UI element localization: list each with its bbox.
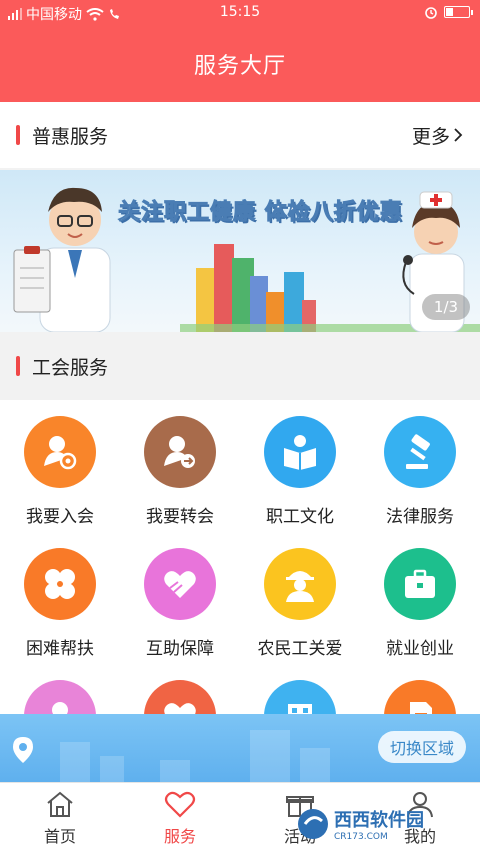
section-welfare-title: 普惠服务 (32, 125, 109, 148)
gavel-icon (384, 416, 456, 488)
worker-icon (264, 548, 336, 620)
tab-home[interactable]: 首页 (0, 783, 120, 853)
home-icon (45, 789, 75, 819)
alarm-icon (425, 7, 437, 19)
banner-building (284, 272, 304, 332)
city-silhouette (160, 760, 190, 782)
service-label: 互助保障 (146, 639, 214, 659)
location-pin-icon[interactable] (12, 736, 34, 764)
status-time: 15:15 (219, 4, 261, 20)
status-right (424, 5, 473, 19)
more-label: 更多 (411, 125, 450, 148)
service-legal[interactable]: 法律服务 (360, 400, 480, 532)
tab-service[interactable]: 服务 (120, 783, 240, 853)
heart-outline-icon (164, 789, 196, 819)
heart-hands-icon (144, 548, 216, 620)
section-accent-bar (16, 125, 20, 145)
banner-pager: 1/3 (422, 294, 470, 320)
service-join[interactable]: 我要入会 (0, 400, 120, 532)
section-union-title: 工会服务 (32, 356, 109, 379)
watermark-logo: 西西软件园 CR173.COM (296, 806, 466, 842)
watermark-sub: CR173.COM (334, 832, 388, 842)
watermark-text: 西西软件园 (334, 810, 424, 831)
service-label: 职工文化 (266, 507, 334, 527)
watermark-icon (298, 809, 328, 839)
service-transfer[interactable]: 我要转会 (120, 400, 240, 532)
service-label: 我要转会 (146, 507, 214, 527)
section-accent-bar (16, 356, 20, 376)
tab-label: 首页 (43, 827, 76, 846)
services-grid: 我要入会 我要转会 职工文化 法律服务 困难帮扶 互助保障 农民工关爱 就业创业 (0, 400, 480, 752)
service-label: 我要入会 (26, 507, 94, 527)
chevron-right-icon (454, 128, 463, 142)
section-union-header: 工会服务 (0, 333, 480, 399)
battery-icon (444, 6, 473, 18)
promo-banner[interactable]: 关注职工健康 体检八折优惠 1/3 (0, 170, 480, 332)
badge-user-icon (24, 416, 96, 488)
service-label: 困难帮扶 (26, 639, 94, 659)
more-button[interactable]: 更多 (412, 122, 464, 149)
city-silhouette (60, 742, 90, 782)
service-label: 就业创业 (386, 639, 454, 659)
city-silhouette (250, 730, 290, 782)
user-transfer-icon (144, 416, 216, 488)
service-culture[interactable]: 职工文化 (240, 400, 360, 532)
service-migrant-care[interactable]: 农民工关爱 (240, 532, 360, 664)
banner-headline: 关注职工健康 体检八折优惠 (118, 200, 403, 226)
service-label: 法律服务 (386, 507, 454, 527)
banner-building (214, 244, 234, 332)
service-mutual-aid[interactable]: 互助保障 (120, 532, 240, 664)
section-welfare-header: 普惠服务 更多 (0, 102, 480, 168)
app-header: 服务大厅 (0, 26, 480, 102)
switch-region-button[interactable]: 切换区域 (377, 731, 466, 763)
clover-icon (24, 548, 96, 620)
city-silhouette (300, 748, 330, 782)
doctor-illustration (13, 187, 111, 332)
status-bar: 中国移动 15:15 (0, 0, 480, 26)
reading-icon (264, 416, 336, 488)
service-employment[interactable]: 就业创业 (360, 532, 480, 664)
tab-label: 服务 (163, 827, 196, 846)
city-silhouette (100, 756, 124, 782)
briefcase-icon (384, 548, 456, 620)
service-label: 农民工关爱 (257, 639, 343, 659)
location-bar: 切换区域 (0, 714, 480, 782)
page-title: 服务大厅 (193, 54, 286, 79)
service-hardship-aid[interactable]: 困难帮扶 (0, 532, 120, 664)
